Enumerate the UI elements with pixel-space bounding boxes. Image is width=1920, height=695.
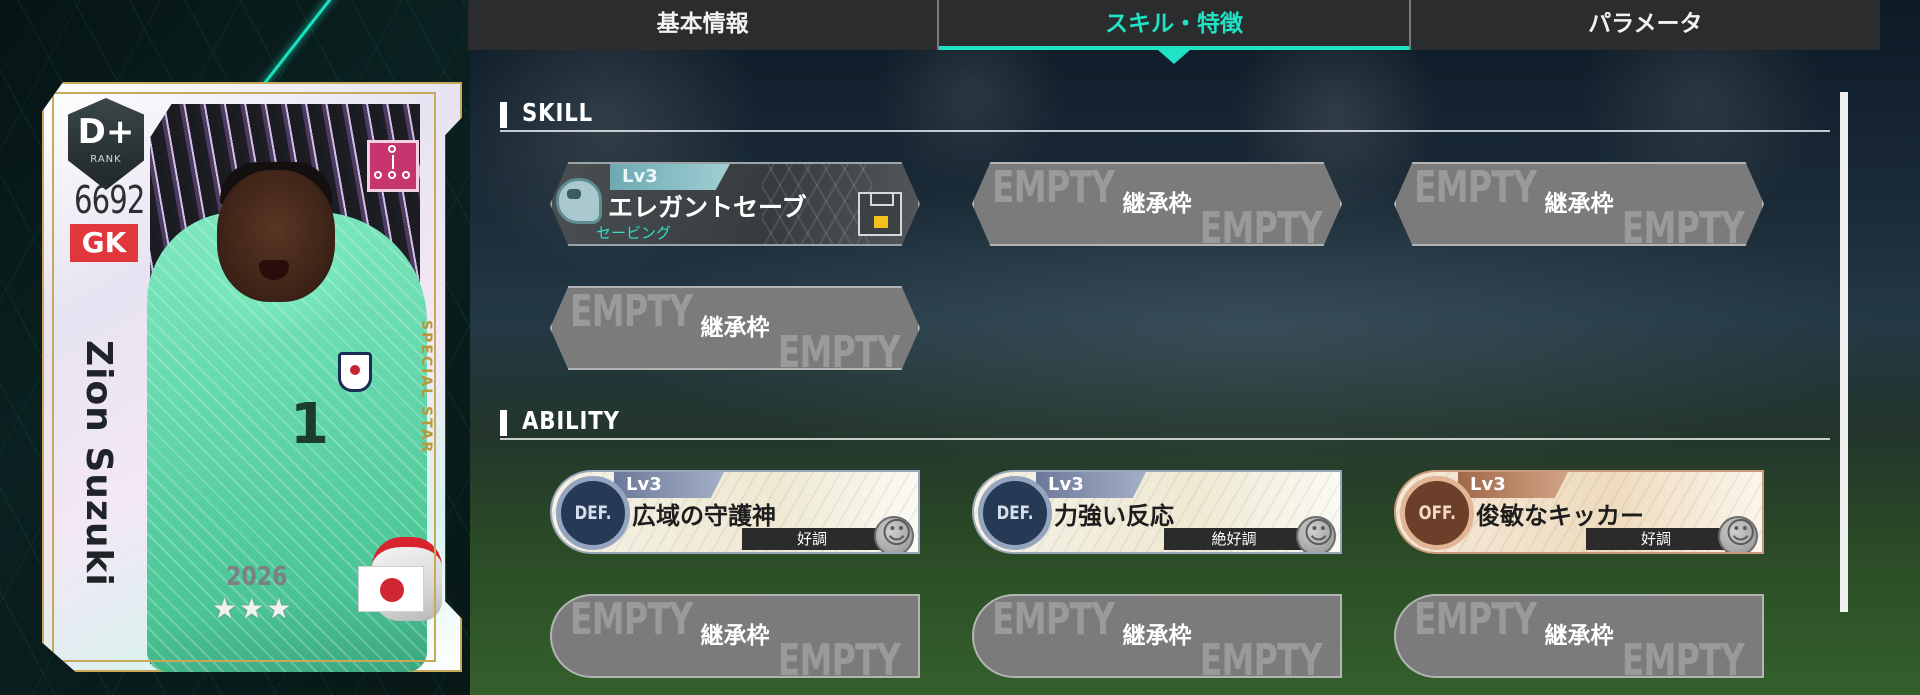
inherit-slot-label: 継承枠 bbox=[1544, 191, 1614, 217]
skill-slot-1[interactable]: Lv3 エレガントセーブ セービング bbox=[550, 162, 920, 246]
formation-dot bbox=[374, 171, 382, 179]
inherit-slot-label: 継承枠 bbox=[700, 623, 770, 649]
formation-bar bbox=[392, 155, 394, 169]
ability-condition: 好調 bbox=[1586, 528, 1726, 550]
tab-parameters[interactable]: パラメータ bbox=[1408, 0, 1880, 50]
formation-icon bbox=[367, 140, 419, 192]
skill-name: エレガントセーブ bbox=[608, 193, 807, 222]
japan-flag-icon bbox=[358, 566, 424, 612]
player-rating: 6692 bbox=[74, 178, 145, 222]
inherit-slot-label: 継承枠 bbox=[700, 315, 770, 341]
formation-dot bbox=[388, 145, 396, 153]
ability-name: 力強い反応 bbox=[1054, 502, 1174, 530]
ability-section-title: ABILITY bbox=[522, 406, 620, 435]
ability-slot-3[interactable]: Lv3 OFF. 俊敏なキッカー 好調 bbox=[1394, 470, 1764, 554]
tab-bar: 基本情報 スキル・特徴 パラメータ bbox=[468, 0, 1880, 64]
ability-level: Lv3 bbox=[1036, 472, 1146, 498]
smiley-face-icon bbox=[1718, 516, 1758, 552]
formation-dot bbox=[402, 171, 410, 179]
position-badge: GK bbox=[70, 224, 138, 262]
section-marker bbox=[500, 102, 507, 128]
ability-section-header: ABILITY bbox=[500, 406, 1830, 440]
ability-name: 広域の守護神 bbox=[632, 502, 776, 530]
skill-category: セービング bbox=[596, 224, 672, 242]
rank-label: RANK bbox=[90, 154, 122, 165]
scrollbar-thumb[interactable] bbox=[1840, 92, 1848, 612]
skill-inherit-slot[interactable]: EMPTY EMPTY 継承枠 bbox=[1394, 162, 1764, 246]
skill-inherit-slot[interactable]: EMPTY EMPTY 継承枠 bbox=[972, 162, 1342, 246]
inherit-slot-label: 継承枠 bbox=[1122, 623, 1192, 649]
defense-icon: DEF. bbox=[978, 476, 1052, 550]
skill-level: Lv3 bbox=[610, 164, 730, 190]
tab-skills-traits[interactable]: スキル・特徴 bbox=[937, 0, 1409, 64]
ability-kind: DEF. bbox=[574, 502, 612, 524]
goalkeeper-glove-icon bbox=[556, 178, 602, 224]
card-year: 2026 bbox=[226, 562, 288, 592]
ability-kind: DEF. bbox=[996, 502, 1034, 524]
smiley-face-icon bbox=[874, 516, 914, 552]
rank-value: D+ bbox=[77, 112, 135, 152]
ability-inherit-slot[interactable]: EMPTY EMPTY 継承枠 bbox=[550, 594, 920, 678]
inherit-slot-label: 継承枠 bbox=[1122, 191, 1192, 217]
scrollbar-track[interactable] bbox=[1840, 92, 1848, 612]
ability-kind: OFF. bbox=[1418, 502, 1456, 524]
skill-inherit-slot[interactable]: EMPTY EMPTY 継承枠 bbox=[550, 286, 920, 370]
pitch-zone-icon bbox=[858, 192, 902, 236]
section-marker bbox=[500, 410, 507, 436]
skill-section-title: SKILL bbox=[522, 98, 594, 127]
skill-section-header: SKILL bbox=[500, 98, 1830, 132]
ability-slot-1[interactable]: Lv3 DEF. 広域の守護神 好調 bbox=[550, 470, 920, 554]
smiley-face-icon bbox=[1296, 516, 1336, 552]
ability-inherit-slot[interactable]: EMPTY EMPTY 継承枠 bbox=[1394, 594, 1764, 678]
ability-level: Lv3 bbox=[1458, 472, 1568, 498]
defense-icon: DEF. bbox=[556, 476, 630, 550]
ability-level: Lv3 bbox=[614, 472, 724, 498]
card-edition-label: SPECIAL STAR bbox=[418, 320, 434, 455]
ability-condition: 好調 bbox=[742, 528, 882, 550]
star-rating: ★★★ bbox=[212, 592, 294, 625]
offense-icon: OFF. bbox=[1400, 476, 1474, 550]
ability-inherit-slot[interactable]: EMPTY EMPTY 継承枠 bbox=[972, 594, 1342, 678]
player-name: Zion Suzuki bbox=[78, 340, 119, 587]
ability-condition: 絶好調 bbox=[1164, 528, 1304, 550]
ability-slot-2[interactable]: Lv3 DEF. 力強い反応 絶好調 bbox=[972, 470, 1342, 554]
ability-name: 俊敏なキッカー bbox=[1476, 502, 1644, 530]
tab-basic-info[interactable]: 基本情報 bbox=[468, 0, 937, 50]
inherit-slot-label: 継承枠 bbox=[1544, 623, 1614, 649]
formation-dot bbox=[388, 171, 396, 179]
